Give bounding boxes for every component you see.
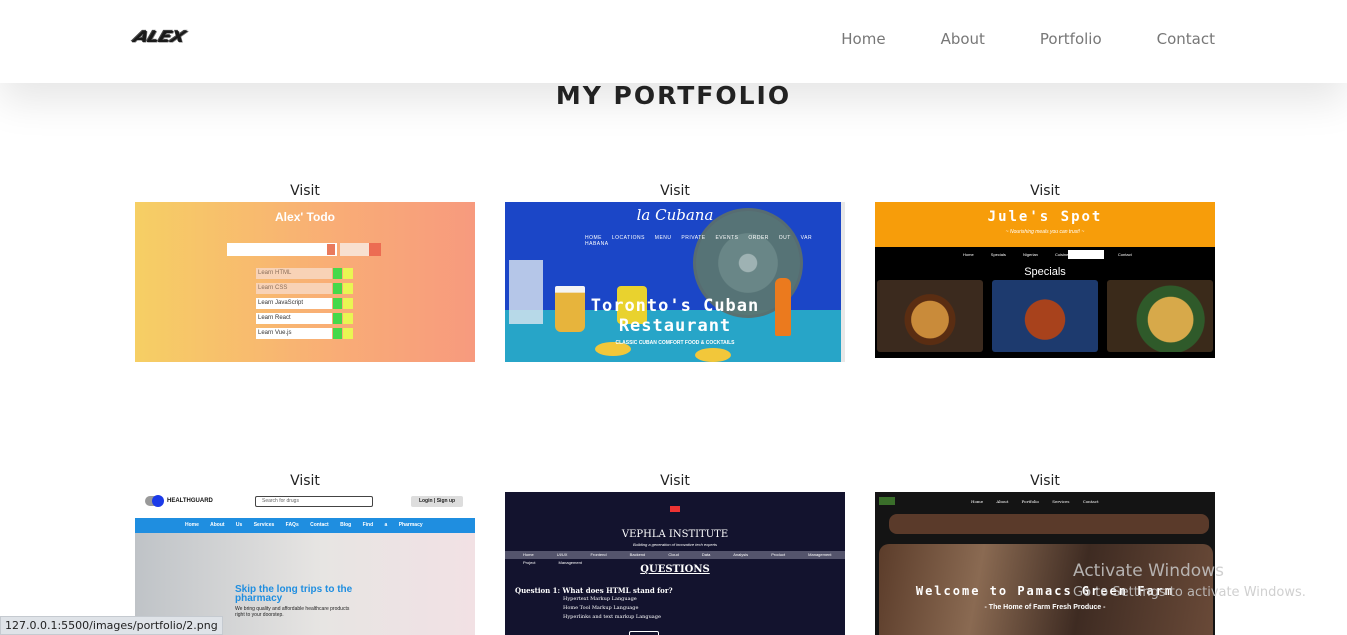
thumb-button (629, 631, 659, 635)
trash-icon (343, 313, 353, 324)
todo-item: Learn Vue.js (256, 328, 332, 339)
thumb-nav: Home About Portfolio Services Contact (971, 499, 1099, 504)
main-nav: Home About Portfolio Contact (841, 30, 1215, 48)
trash-icon (343, 283, 353, 294)
toggle-knob (152, 495, 164, 507)
thumb-hero-title-line-2: pharmacy (235, 593, 283, 604)
check-icon (333, 268, 342, 279)
project-thumbnail[interactable]: VEPHLA INSTITUTE Building a generation o… (505, 492, 845, 635)
thumb-heading: QUESTIONS (640, 564, 710, 575)
todo-item: Learn React (256, 313, 332, 324)
trash-icon (343, 328, 353, 339)
visit-link[interactable]: Visit (135, 183, 475, 199)
trash-icon (343, 298, 353, 309)
thumb-clear-icon (327, 244, 335, 255)
check-icon (333, 298, 342, 309)
thumb-search: Search for drugs (255, 496, 373, 507)
activation-watermark-title: Activate Windows (1073, 561, 1224, 581)
thumb-section-heading: Specials (1024, 266, 1066, 278)
portfolio-card-pamacs: Visit Home About Portfolio Services Cont… (875, 473, 1215, 635)
thumb-brand: la Cubana (636, 206, 714, 224)
thumb-option: Hyperlinks and text markup Language (563, 614, 661, 620)
portfolio-card-healthguard: Visit HEALTHGUARD Search for drugs Login… (135, 473, 475, 635)
thumb-subline: CLASSIC CUBAN COMFORT FOOD & COCKTAILS (615, 340, 735, 346)
thumb-nav: Home About Us Services FAQs Contact Blog… (135, 518, 475, 533)
thumb-subline: - The Home of Farm Fresh Produce - (984, 604, 1106, 611)
project-thumbnail[interactable]: la Cubana HOME LOCATIONS MENU PRIVATE EV… (505, 202, 845, 362)
todo-item: Learn CSS (256, 283, 332, 294)
dish-image (992, 280, 1098, 352)
thumb-login: Login | Sign up (411, 496, 463, 507)
thumb-subtitle: Building a generation of innovative tech… (632, 542, 718, 547)
site-logo[interactable]: ALEX (131, 28, 187, 46)
activation-watermark-text: Go to Settings to activate Windows. (1073, 585, 1306, 600)
site-header: ALEX Home About Portfolio Contact (0, 0, 1347, 83)
thumb-headline: Toronto's Cuban Restaurant (505, 296, 845, 336)
thumb-headline-line-1: Toronto's Cuban (590, 296, 760, 316)
thumb-hero-title: Skip the long trips to the pharmacy (235, 585, 352, 604)
project-thumbnail[interactable]: HEALTHGUARD Search for drugs Login | Sig… (135, 492, 475, 635)
portfolio-card-cubana: Visit la Cubana HOME LOCATIONS MENU PRIV… (505, 183, 845, 362)
thumb-title: Jule's Spot (987, 209, 1103, 225)
thumb-food-strip (889, 514, 1209, 534)
thumb-banner: Jule's Spot ~ Nourishing meals you can t… (875, 202, 1215, 247)
nav-contact[interactable]: Contact (1157, 30, 1215, 48)
thumb-scrollbar (841, 202, 845, 362)
thumb-logo (879, 497, 895, 505)
thumb-brand: HEALTHGUARD (167, 498, 213, 504)
thumb-headline-line-2: Restaurant (618, 316, 732, 336)
thumb-option: Hypertext Markup Language (563, 596, 637, 602)
check-icon (333, 328, 342, 339)
visit-link[interactable]: Visit (135, 473, 475, 489)
thumb-question: Question 1: What does HTML stand for? (515, 586, 673, 595)
thumb-menu: HOME LOCATIONS MENU PRIVATE EVENTS ORDER… (585, 235, 813, 247)
thumb-title: Alex' Todo (275, 210, 335, 224)
nav-about[interactable]: About (941, 30, 985, 48)
nav-portfolio[interactable]: Portfolio (1040, 30, 1102, 48)
portfolio-card-todo: Visit Alex' Todo Learn HTML Learn CSS Le… (135, 183, 475, 362)
trash-icon (343, 268, 353, 279)
thumb-dropdown-icon (369, 243, 381, 256)
burger-image (877, 280, 983, 352)
soup-image (1107, 280, 1213, 352)
section-title: MY PORTFOLIO (555, 81, 792, 110)
project-thumbnail[interactable]: Alex' Todo Learn HTML Learn CSS Learn Ja… (135, 202, 475, 362)
check-icon (333, 313, 342, 324)
thumb-hero-sub: We bring quality and affordable healthca… (235, 606, 349, 618)
thumb-option: Home Tool Markup Language (563, 605, 639, 611)
portfolio-card-jules: Visit Jule's Spot ~ Nourishing meals you… (875, 183, 1215, 358)
thumb-title: VEPHLA INSTITUTE (621, 529, 729, 540)
thumb-input (227, 243, 337, 256)
nav-home[interactable]: Home (841, 30, 885, 48)
thumb-nav: Home Specials Nigerian Cuisine Services … (963, 252, 1132, 257)
thumb-tagline: ~ Nourishing meals you can trust! ~ (1005, 229, 1085, 235)
visit-link[interactable]: Visit (505, 473, 845, 489)
visit-link[interactable]: Visit (875, 183, 1215, 199)
todo-item: Learn JavaScript (256, 298, 332, 309)
project-thumbnail[interactable]: Jule's Spot ~ Nourishing meals you can t… (875, 202, 1215, 358)
visit-link[interactable]: Visit (875, 473, 1215, 489)
portfolio-card-vephla: Visit VEPHLA INSTITUTE Building a genera… (505, 473, 845, 635)
bowl-image (695, 348, 731, 362)
thumb-hero-sub-line-2: right to your doorstep. (235, 612, 284, 618)
visit-link[interactable]: Visit (505, 183, 845, 199)
check-icon (333, 283, 342, 294)
todo-item: Learn HTML (256, 268, 332, 279)
thumb-nav: Home UI/UX Frontend Backend Cloud Data A… (505, 551, 845, 565)
browser-status-url: 127.0.0.1:5500/images/portfolio/2.png (0, 616, 223, 635)
thumb-logo (670, 506, 680, 512)
